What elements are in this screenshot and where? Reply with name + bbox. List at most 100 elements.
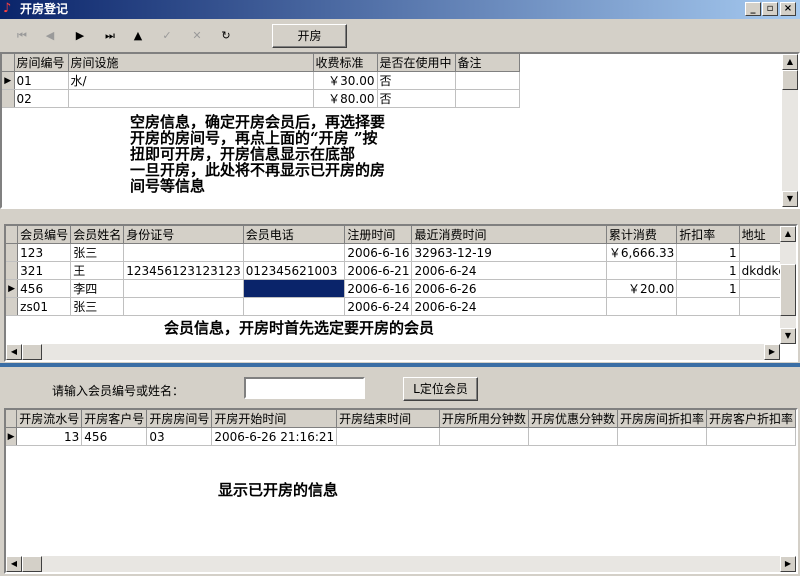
column-header[interactable]: 房间编号 bbox=[14, 54, 69, 72]
first-record-icon[interactable]: ⏮ bbox=[12, 27, 32, 45]
next-record-icon[interactable]: ▶ bbox=[70, 27, 90, 45]
column-header[interactable]: 备注 bbox=[455, 54, 520, 72]
minimize-button[interactable]: _ bbox=[745, 2, 761, 16]
refresh-icon[interactable]: ↻ bbox=[216, 27, 236, 45]
table-cell[interactable]: 1 bbox=[676, 243, 740, 262]
table-cell[interactable]: 1 bbox=[676, 261, 740, 280]
table-cell[interactable]: 张三 bbox=[70, 297, 125, 316]
column-header[interactable]: 开房房间号 bbox=[146, 410, 213, 428]
table-cell[interactable]: ￥80.00 bbox=[313, 89, 378, 108]
column-header[interactable]: 注册时间 bbox=[344, 226, 413, 244]
column-header[interactable]: 开房房间折扣率 bbox=[617, 410, 707, 428]
table-cell[interactable] bbox=[439, 427, 529, 446]
table-cell[interactable]: 2006-6-26 21:16:21 bbox=[211, 427, 338, 446]
table-cell[interactable]: 456 bbox=[17, 279, 72, 298]
table-cell[interactable]: 2006-6-16 bbox=[344, 279, 413, 298]
column-header[interactable]: 身份证号 bbox=[123, 226, 244, 244]
post-check-icon[interactable]: ✓ bbox=[157, 27, 177, 45]
restore-button[interactable]: ▫ bbox=[762, 2, 778, 16]
prior-record-icon[interactable]: ◀ bbox=[40, 27, 60, 45]
table-cell[interactable]: 2006-6-24 bbox=[344, 297, 413, 316]
table-cell[interactable]: 2006-6-21 bbox=[344, 261, 413, 280]
table-cell[interactable]: 32963-12-19 bbox=[411, 243, 607, 262]
scroll-thumb[interactable] bbox=[780, 264, 796, 316]
table-cell[interactable]: 321 bbox=[17, 261, 72, 280]
table-cell[interactable]: 01 bbox=[14, 71, 69, 90]
selected-cell[interactable] bbox=[243, 279, 346, 298]
table-cell[interactable] bbox=[336, 427, 440, 446]
table-cell[interactable]: 2006-6-24 bbox=[411, 261, 607, 280]
table-row[interactable]: 123 张三 2006-6-16 32963-12-19 ￥6,666.33 1 bbox=[6, 243, 797, 262]
scroll-thumb[interactable] bbox=[22, 556, 42, 572]
column-header[interactable]: 最近消费时间 bbox=[411, 226, 607, 244]
table-cell[interactable] bbox=[243, 297, 346, 316]
close-button[interactable]: × bbox=[780, 2, 796, 16]
table-cell[interactable] bbox=[123, 297, 244, 316]
table-row[interactable]: ▶ 13 456 03 2006-6-26 21:16:21 bbox=[6, 427, 797, 446]
column-header[interactable]: 开房所用分钟数 bbox=[439, 410, 529, 428]
table-cell[interactable]: 否 bbox=[377, 71, 456, 90]
table-cell[interactable]: 123456123123123 bbox=[123, 261, 244, 280]
column-header[interactable]: 折扣率 bbox=[676, 226, 740, 244]
table-row[interactable]: 321 王 123456123123123 012345621003 2006-… bbox=[6, 261, 797, 280]
table-cell[interactable]: zs01 bbox=[17, 297, 72, 316]
column-header[interactable]: 开房客户号 bbox=[81, 410, 148, 428]
column-header[interactable]: 开房结束时间 bbox=[336, 410, 440, 428]
table-cell[interactable]: 1 bbox=[676, 279, 740, 298]
scroll-right-icon[interactable]: ▶ bbox=[780, 556, 796, 572]
open-rooms-horizontal-scrollbar[interactable]: ◀ ▶ bbox=[6, 556, 796, 572]
table-cell[interactable] bbox=[606, 297, 678, 316]
locate-member-button[interactable]: L定位会员 bbox=[403, 377, 478, 401]
up-arrow-icon[interactable]: ▲ bbox=[128, 27, 148, 45]
table-cell[interactable] bbox=[528, 427, 618, 446]
table-cell[interactable]: ￥20.00 bbox=[606, 279, 678, 298]
table-row[interactable]: ▶ 01 水/ ￥30.00 否 bbox=[2, 71, 520, 90]
table-cell[interactable]: 123 bbox=[17, 243, 72, 262]
scroll-down-icon[interactable]: ▼ bbox=[780, 328, 796, 344]
table-cell[interactable]: ￥6,666.33 bbox=[606, 243, 678, 262]
open-room-button[interactable]: 开房 bbox=[272, 24, 347, 48]
table-cell[interactable]: ￥30.00 bbox=[313, 71, 378, 90]
table-cell[interactable] bbox=[617, 427, 707, 446]
table-cell[interactable]: 2006-6-24 bbox=[411, 297, 607, 316]
table-cell[interactable] bbox=[676, 297, 740, 316]
table-cell[interactable] bbox=[455, 71, 520, 90]
table-cell[interactable] bbox=[455, 89, 520, 108]
table-cell[interactable]: 2006-6-16 bbox=[344, 243, 413, 262]
column-header[interactable]: 会员编号 bbox=[17, 226, 72, 244]
table-cell[interactable] bbox=[706, 427, 797, 446]
rooms-vertical-scrollbar[interactable]: ▲ ▼ bbox=[782, 54, 798, 207]
scroll-up-icon[interactable]: ▲ bbox=[782, 54, 798, 70]
table-cell[interactable]: 水/ bbox=[68, 71, 314, 90]
table-cell[interactable]: 13 bbox=[16, 427, 83, 446]
table-cell[interactable]: 否 bbox=[377, 89, 456, 108]
column-header[interactable]: 是否在使用中 bbox=[377, 54, 456, 72]
member-search-input[interactable] bbox=[244, 377, 365, 399]
column-header[interactable]: 开房优惠分钟数 bbox=[528, 410, 618, 428]
column-header[interactable]: 会员电话 bbox=[243, 226, 346, 244]
table-cell[interactable]: 李四 bbox=[70, 279, 125, 298]
last-record-icon[interactable]: ⏭ bbox=[100, 27, 120, 45]
column-header[interactable]: 累计消费 bbox=[606, 226, 678, 244]
table-cell[interactable]: 张三 bbox=[70, 243, 125, 262]
table-cell[interactable] bbox=[123, 243, 244, 262]
table-cell[interactable] bbox=[606, 261, 678, 280]
table-cell[interactable]: 03 bbox=[146, 427, 213, 446]
table-cell[interactable]: 2006-6-26 bbox=[411, 279, 607, 298]
column-header[interactable]: 开房开始时间 bbox=[211, 410, 338, 428]
cancel-x-icon[interactable]: ✕ bbox=[187, 27, 207, 45]
table-cell[interactable] bbox=[123, 279, 244, 298]
scroll-thumb[interactable] bbox=[22, 344, 42, 360]
table-cell[interactable] bbox=[243, 243, 346, 262]
table-cell[interactable]: 02 bbox=[14, 89, 69, 108]
panel-splitter[interactable] bbox=[0, 363, 800, 367]
scroll-left-icon[interactable]: ◀ bbox=[6, 556, 22, 572]
column-header[interactable]: 房间设施 bbox=[68, 54, 314, 72]
members-horizontal-scrollbar[interactable]: ◀ ▶ bbox=[6, 344, 780, 360]
column-header[interactable]: 收费标准 bbox=[313, 54, 378, 72]
scroll-down-icon[interactable]: ▼ bbox=[782, 191, 798, 207]
scroll-up-icon[interactable]: ▲ bbox=[780, 226, 796, 242]
table-cell[interactable]: 王 bbox=[70, 261, 125, 280]
table-cell[interactable] bbox=[68, 89, 314, 108]
column-header[interactable]: 开房客户折扣率 bbox=[706, 410, 797, 428]
